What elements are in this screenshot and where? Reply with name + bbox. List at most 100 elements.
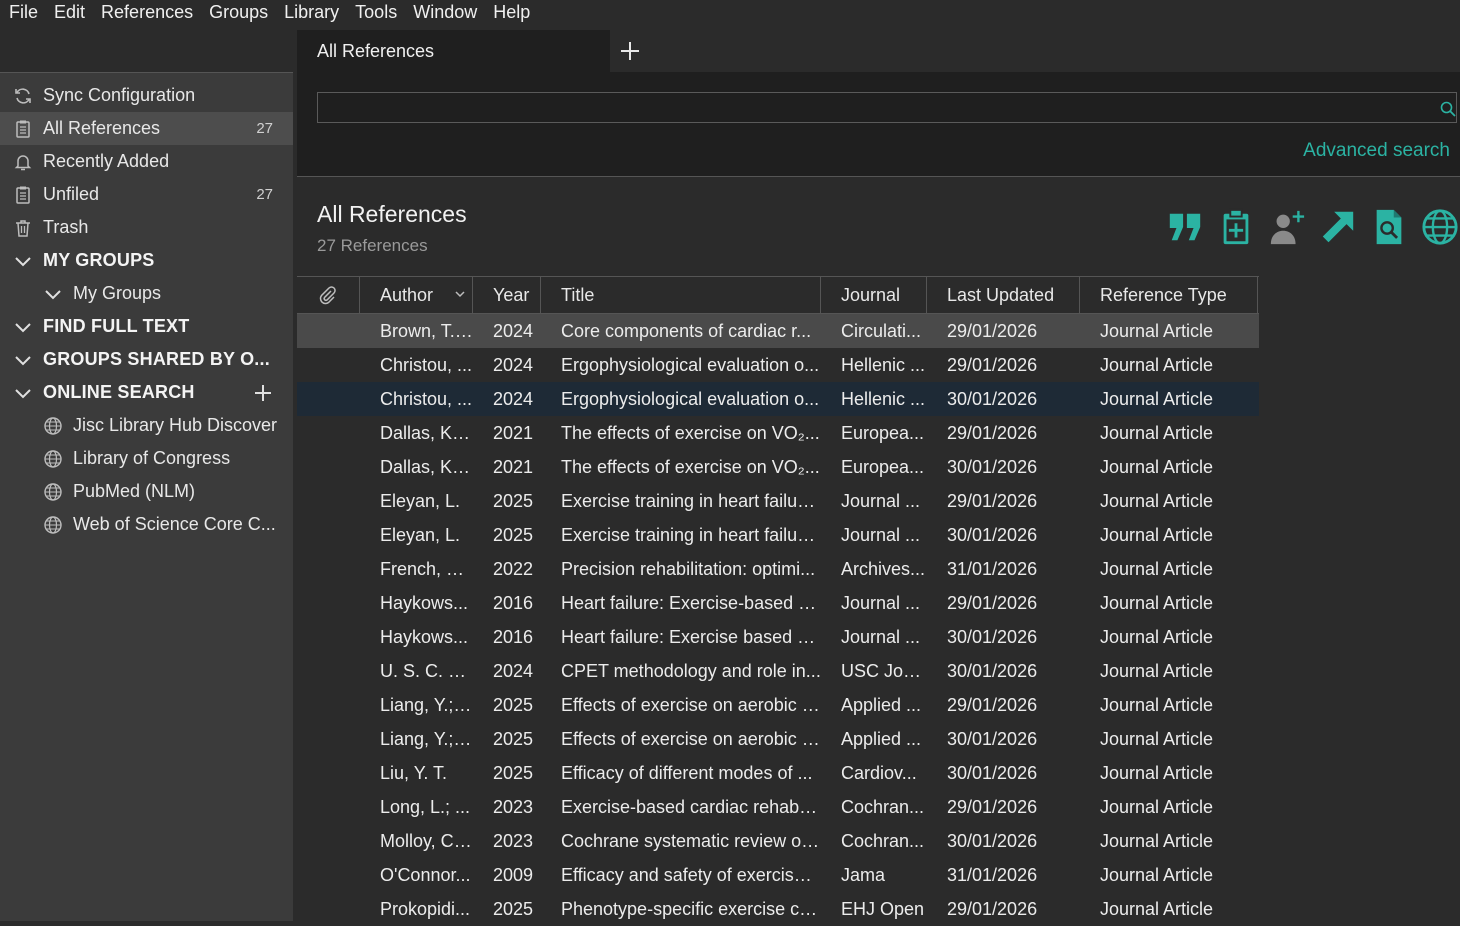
journal-cell: Hellenic ... <box>841 354 926 375</box>
globe-icon <box>42 481 64 503</box>
column-header-title[interactable]: Title <box>541 277 821 313</box>
table-row[interactable]: French, M... 2022 Precision rehabilitati… <box>297 552 1259 586</box>
table-row[interactable]: Long, L.; ... 2023 Exercise-based cardia… <box>297 790 1259 824</box>
insert-citation-button[interactable] <box>1165 207 1205 247</box>
menu-references[interactable]: References <box>93 0 201 24</box>
journal-cell: Hellenic ... <box>841 388 926 409</box>
sidebar-item-trash[interactable]: Trash <box>0 211 293 244</box>
table-row[interactable]: Molloy, C.... 2023 Cochrane systematic r… <box>297 824 1259 858</box>
reference-type-cell: Journal Article <box>1100 388 1214 409</box>
share-button[interactable] <box>1267 207 1307 247</box>
sidebar-item-label: My Groups <box>73 283 162 303</box>
section-label: FIND FULL TEXT <box>43 316 190 336</box>
table-row[interactable]: Eleyan, L. 2025 Exercise training in hea… <box>297 518 1259 552</box>
sidebar-item-online-search[interactable]: Web of Science Core C... <box>0 508 293 541</box>
add-tab-icon[interactable] <box>619 40 641 62</box>
search-icon[interactable] <box>1440 101 1456 117</box>
year-cell: 2024 <box>493 354 534 375</box>
clipboard-icon <box>12 184 34 206</box>
journal-cell: Applied ... <box>841 694 922 715</box>
author-cell: Eleyan, L. <box>380 524 461 545</box>
menu-file[interactable]: File <box>0 0 46 24</box>
search-input[interactable] <box>317 92 1457 123</box>
journal-cell: Cardiov... <box>841 762 917 783</box>
journal-cell: Journal ... <box>841 490 921 511</box>
reference-type-cell: Journal Article <box>1100 354 1214 375</box>
year-cell: 2024 <box>493 660 534 681</box>
sidebar-section-my-groups[interactable]: MY GROUPS <box>0 244 293 277</box>
column-header-last-updated[interactable]: Last Updated <box>927 277 1080 313</box>
chevron-down-icon <box>455 291 465 298</box>
export-arrow-icon <box>1322 211 1354 243</box>
table-row[interactable]: Liang, Y.; ... 2025 Effects of exercise … <box>297 688 1259 722</box>
last-updated-cell: 30/01/2026 <box>947 762 1038 783</box>
sidebar-item-online-search[interactable]: Library of Congress <box>0 442 293 475</box>
table-row[interactable]: O'Connor... 2009 Efficacy and safety of … <box>297 858 1259 892</box>
add-online-search-icon[interactable] <box>253 383 273 403</box>
menu-help[interactable]: Help <box>485 0 538 24</box>
table-row[interactable]: U. S. C. Jo... 2024 CPET methodology and… <box>297 654 1259 688</box>
year-cell: 2021 <box>493 456 534 477</box>
last-updated-cell: 30/01/2026 <box>947 626 1038 647</box>
open-url-button[interactable] <box>1420 207 1460 247</box>
author-cell: Haykows... <box>380 626 469 647</box>
last-updated-cell: 29/01/2026 <box>947 320 1038 341</box>
sidebar-item-my-groups[interactable]: My Groups <box>0 277 293 310</box>
sidebar-item-online-search[interactable]: Jisc Library Hub Discover <box>0 409 293 442</box>
table-row[interactable]: Dallas, K.;... 2021 The effects of exerc… <box>297 450 1259 484</box>
sidebar-item-all-references[interactable]: All References 27 <box>0 112 293 145</box>
journal-cell: Jama <box>841 864 886 885</box>
export-button[interactable] <box>1318 207 1358 247</box>
title-cell: The effects of exercise on VO₂... <box>561 456 820 477</box>
reference-type-cell: Journal Article <box>1100 830 1214 851</box>
sidebar-item-sync-configuration[interactable]: Sync Configuration <box>0 79 293 112</box>
journal-cell: Journal ... <box>841 592 921 613</box>
table-row[interactable]: Liang, Y.; ... 2025 Effects of exercise … <box>297 722 1259 756</box>
sidebar-section-online-search[interactable]: ONLINE SEARCH <box>0 376 293 409</box>
menu-edit[interactable]: Edit <box>46 0 93 24</box>
last-updated-cell: 29/01/2026 <box>947 898 1038 919</box>
author-cell: Christou, ... <box>380 354 473 375</box>
column-header-label: Author <box>380 284 434 305</box>
sidebar-section-groups-shared[interactable]: GROUPS SHARED BY O... <box>0 343 293 376</box>
sidebar-item-label: Trash <box>43 217 89 237</box>
table-row[interactable]: Haykows... 2016 Heart failure: Exercise-… <box>297 586 1259 620</box>
menu-window[interactable]: Window <box>405 0 485 24</box>
sidebar-section-find-full-text[interactable]: FIND FULL TEXT <box>0 310 293 343</box>
table-row[interactable]: Christou, ... 2024 Ergophysiological eva… <box>297 382 1259 416</box>
sidebar-item-recently-added[interactable]: Recently Added <box>0 145 293 178</box>
menu-groups[interactable]: Groups <box>201 0 276 24</box>
trash-icon <box>12 217 34 239</box>
sidebar-item-label: Web of Science Core C... <box>73 514 276 534</box>
table-row[interactable]: Christou, ... 2024 Ergophysiological eva… <box>297 348 1259 382</box>
add-user-icon <box>1270 210 1305 245</box>
sidebar-item-unfiled[interactable]: Unfiled 27 <box>0 178 293 211</box>
author-cell: Haykows... <box>380 592 469 613</box>
sidebar-item-label: Recently Added <box>43 151 170 171</box>
reference-type-cell: Journal Article <box>1100 728 1214 749</box>
column-header-year[interactable]: Year <box>473 277 541 313</box>
find-full-text-button[interactable] <box>1369 207 1409 247</box>
column-header-journal[interactable]: Journal <box>821 277 927 313</box>
column-header-author[interactable]: Author <box>360 277 473 313</box>
author-cell: O'Connor... <box>380 864 471 885</box>
advanced-search-link[interactable]: Advanced search <box>1303 140 1450 162</box>
table-row[interactable]: Eleyan, L. 2025 Exercise training in hea… <box>297 484 1259 518</box>
year-cell: 2025 <box>493 694 534 715</box>
tab-all-references[interactable]: All References <box>297 30 610 72</box>
year-cell: 2025 <box>493 728 534 749</box>
menu-tools[interactable]: Tools <box>347 0 405 24</box>
table-row[interactable]: Haykows... 2016 Heart failure: Exercise … <box>297 620 1259 654</box>
column-header-reference-type[interactable]: Reference Type <box>1080 277 1258 313</box>
table-row[interactable]: Dallas, K.;... 2021 The effects of exerc… <box>297 416 1259 450</box>
sidebar-item-online-search[interactable]: PubMed (NLM) <box>0 475 293 508</box>
sidebar: Sync Configuration All References 27 Rec… <box>0 24 297 921</box>
table-row[interactable]: Liu, Y. T. 2025 Efficacy of different mo… <box>297 756 1259 790</box>
add-to-group-button[interactable] <box>1216 207 1256 247</box>
globe-icon <box>42 448 64 470</box>
reference-type-cell: Journal Article <box>1100 524 1214 545</box>
year-cell: 2016 <box>493 592 534 613</box>
menu-library[interactable]: Library <box>276 0 347 24</box>
table-row[interactable]: Brown, T. ... 2024 Core components of ca… <box>297 314 1259 348</box>
column-header-attachment[interactable] <box>297 277 360 313</box>
